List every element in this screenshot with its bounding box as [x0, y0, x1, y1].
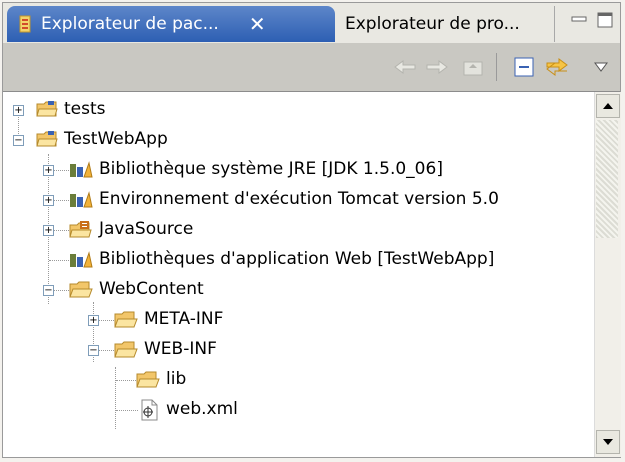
scroll-down-button[interactable] — [596, 430, 620, 454]
package-tree: + tests − TestWebApp + Bibliothèque syst… — [3, 92, 594, 457]
link-editor-icon[interactable] — [543, 53, 571, 81]
tree-item-javasource[interactable]: + JavaSource — [3, 215, 594, 245]
tree-connector — [116, 410, 138, 411]
tree-item-tomcat-runtime[interactable]: + Environnement d'exécution Tomcat versi… — [3, 185, 594, 215]
tree-item-tests[interactable]: + tests — [3, 95, 594, 125]
library-icon — [69, 191, 93, 209]
back-arrow-icon[interactable] — [391, 53, 419, 81]
tree-item-label: JavaSource — [99, 219, 194, 239]
view-toolbar — [3, 43, 620, 92]
tree-item-label: lib — [166, 369, 187, 389]
tree-item-label: WebContent — [99, 279, 204, 299]
expand-icon[interactable]: + — [88, 315, 99, 326]
source-folder-icon — [69, 220, 92, 238]
tree-item-lib[interactable]: lib — [3, 365, 594, 395]
open-folder-icon — [136, 371, 160, 389]
collapse-icon[interactable]: − — [43, 285, 54, 296]
tree-item-web-inf[interactable]: − WEB-INF — [3, 335, 594, 365]
toolbar-separator — [496, 53, 497, 81]
collapse-icon[interactable]: − — [13, 135, 24, 146]
close-icon[interactable]: ✕ — [249, 12, 266, 36]
open-folder-icon — [69, 281, 93, 299]
tab-label: Explorateur de pac... — [41, 14, 219, 34]
tree-connector — [49, 260, 71, 261]
tab-package-explorer[interactable]: Explorateur de pac... ✕ — [7, 6, 335, 42]
scroll-up-button[interactable] — [596, 94, 620, 118]
window-controls — [570, 7, 620, 39]
tree-item-label: Bibliothèques d'application Web [TestWeb… — [99, 249, 495, 269]
tab-project-explorer[interactable]: Explorateur de pro... — [333, 6, 555, 42]
view-menu-icon[interactable] — [587, 53, 615, 81]
collapse-all-icon[interactable] — [510, 53, 538, 81]
expand-icon[interactable]: + — [43, 225, 54, 236]
tree-item-label: TestWebApp — [64, 129, 168, 149]
expand-icon[interactable]: + — [43, 195, 54, 206]
tree-item-jre-library[interactable]: + Bibliothèque système JRE [JDK 1.5.0_06… — [3, 155, 594, 185]
tree-item-web-app-libraries[interactable]: Bibliothèques d'application Web [TestWeb… — [3, 245, 594, 275]
tree-item-label: Bibliothèque système JRE [JDK 1.5.0_06] — [99, 159, 443, 179]
vertical-scrollbar[interactable] — [594, 92, 621, 457]
tree-item-label: META-INF — [144, 309, 224, 329]
scrollbar-track[interactable] — [596, 120, 618, 238]
project-folder-icon — [36, 130, 58, 148]
package-explorer-icon — [17, 15, 33, 33]
tab-bar: Explorateur de pac... ✕ Explorateur de p… — [3, 3, 620, 43]
tab-label: Explorateur de pro... — [345, 14, 520, 34]
tree-item-webcontent[interactable]: − WebContent — [3, 275, 594, 305]
scrollbar-thumb[interactable] — [596, 240, 618, 420]
open-folder-icon — [114, 341, 138, 359]
tree-item-web-xml[interactable]: web.xml — [3, 395, 594, 425]
tree-item-label: web.xml — [166, 399, 238, 419]
tree-item-label: WEB-INF — [144, 339, 217, 359]
minimize-icon[interactable] — [570, 7, 588, 33]
collapse-icon[interactable]: − — [88, 345, 99, 356]
expand-icon[interactable]: + — [13, 105, 24, 116]
xml-file-icon — [139, 399, 161, 421]
tree-item-label: Environnement d'exécution Tomcat version… — [99, 189, 499, 209]
package-explorer-view: Explorateur de pac... ✕ Explorateur de p… — [2, 2, 621, 458]
library-icon — [69, 161, 93, 179]
tree-item-label: tests — [64, 99, 106, 119]
up-folder-icon[interactable] — [459, 53, 487, 81]
project-folder-icon — [36, 100, 58, 118]
tree-connector — [116, 380, 138, 381]
library-icon — [69, 251, 93, 269]
tree-item-meta-inf[interactable]: + META-INF — [3, 305, 594, 335]
maximize-icon[interactable] — [596, 7, 614, 33]
expand-icon[interactable]: + — [43, 165, 54, 176]
open-folder-icon — [114, 311, 138, 329]
forward-arrow-icon[interactable] — [423, 53, 451, 81]
tree-item-testwebapp[interactable]: − TestWebApp — [3, 125, 594, 155]
